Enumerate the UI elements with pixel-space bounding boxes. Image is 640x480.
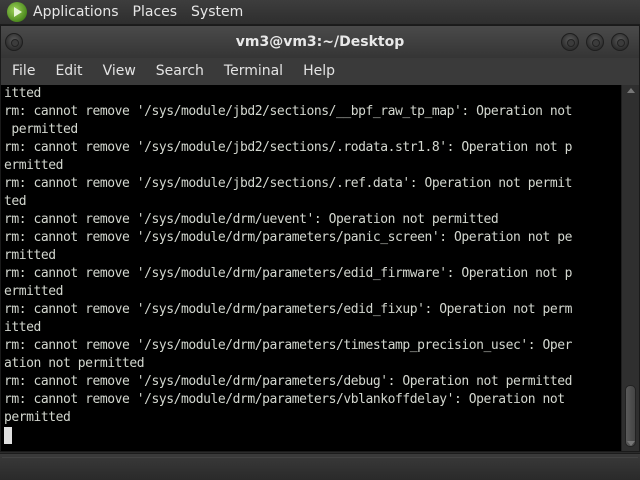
terminal-scrollbar[interactable] — [621, 85, 639, 451]
maximize-icon[interactable] — [586, 33, 604, 51]
window-title: vm3@vm3:~/Desktop — [235, 34, 405, 50]
terminal-line: itted — [4, 320, 41, 335]
taskbar-area[interactable] — [2, 457, 638, 477]
terminal-line: ted — [4, 194, 27, 209]
menu-help[interactable]: Help — [293, 63, 345, 79]
terminal-line: ation not permitted — [4, 356, 145, 371]
terminal-prompt-line[interactable] — [4, 427, 621, 445]
terminal-output[interactable]: itted rm: cannot remove '/sys/module/jbd… — [1, 85, 621, 451]
close-icon[interactable] — [611, 33, 629, 51]
menu-terminal[interactable]: Terminal — [214, 63, 293, 79]
window-menu-icon[interactable] — [5, 33, 23, 51]
menu-edit[interactable]: Edit — [45, 63, 92, 79]
terminal-line: ermitted — [4, 158, 64, 173]
menubar: File Edit View Search Terminal Help — [1, 58, 639, 84]
menu-search[interactable]: Search — [146, 63, 214, 79]
distro-logo-icon[interactable] — [7, 2, 27, 22]
terminal-line: rm: cannot remove '/sys/module/jbd2/sect… — [4, 176, 573, 191]
terminal-line: rm: cannot remove '/sys/module/drm/param… — [4, 302, 573, 317]
terminal-line: rm: cannot remove '/sys/module/jbd2/sect… — [4, 104, 573, 119]
terminal-line: permitted — [4, 122, 78, 137]
panel-menu-places[interactable]: Places — [133, 4, 178, 20]
terminal-line: rm: cannot remove '/sys/module/drm/param… — [4, 374, 573, 389]
menu-file[interactable]: File — [1, 63, 45, 79]
terminal-line: rm: cannot remove '/sys/module/drm/param… — [4, 230, 573, 245]
menu-view[interactable]: View — [93, 63, 146, 79]
terminal-line: rm: cannot remove '/sys/module/drm/param… — [4, 338, 573, 353]
terminal-line: rmitted — [4, 248, 56, 263]
terminal-line: rm: cannot remove '/sys/module/drm/param… — [4, 266, 573, 281]
bottom-panel — [0, 453, 640, 480]
terminal-line: ermitted — [4, 284, 64, 299]
top-panel: Applications Places System — [0, 0, 640, 25]
scroll-down-icon[interactable] — [627, 441, 635, 446]
terminal-line: itted — [4, 86, 41, 101]
panel-menu-system[interactable]: System — [191, 4, 243, 20]
terminal-line: rm: cannot remove '/sys/module/drm/param… — [4, 392, 565, 407]
window-titlebar[interactable]: vm3@vm3:~/Desktop — [1, 26, 639, 58]
terminal-line: rm: cannot remove '/sys/module/drm/ueven… — [4, 212, 499, 227]
text-cursor — [4, 427, 12, 444]
scroll-up-icon[interactable] — [627, 88, 635, 93]
terminal-window: vm3@vm3:~/Desktop File Edit View Search … — [0, 25, 640, 452]
terminal-line: permitted — [4, 410, 71, 425]
panel-menu-applications[interactable]: Applications — [33, 4, 119, 20]
terminal-line: rm: cannot remove '/sys/module/jbd2/sect… — [4, 140, 573, 155]
minimize-icon[interactable] — [561, 33, 579, 51]
scrollbar-thumb[interactable] — [625, 385, 636, 447]
